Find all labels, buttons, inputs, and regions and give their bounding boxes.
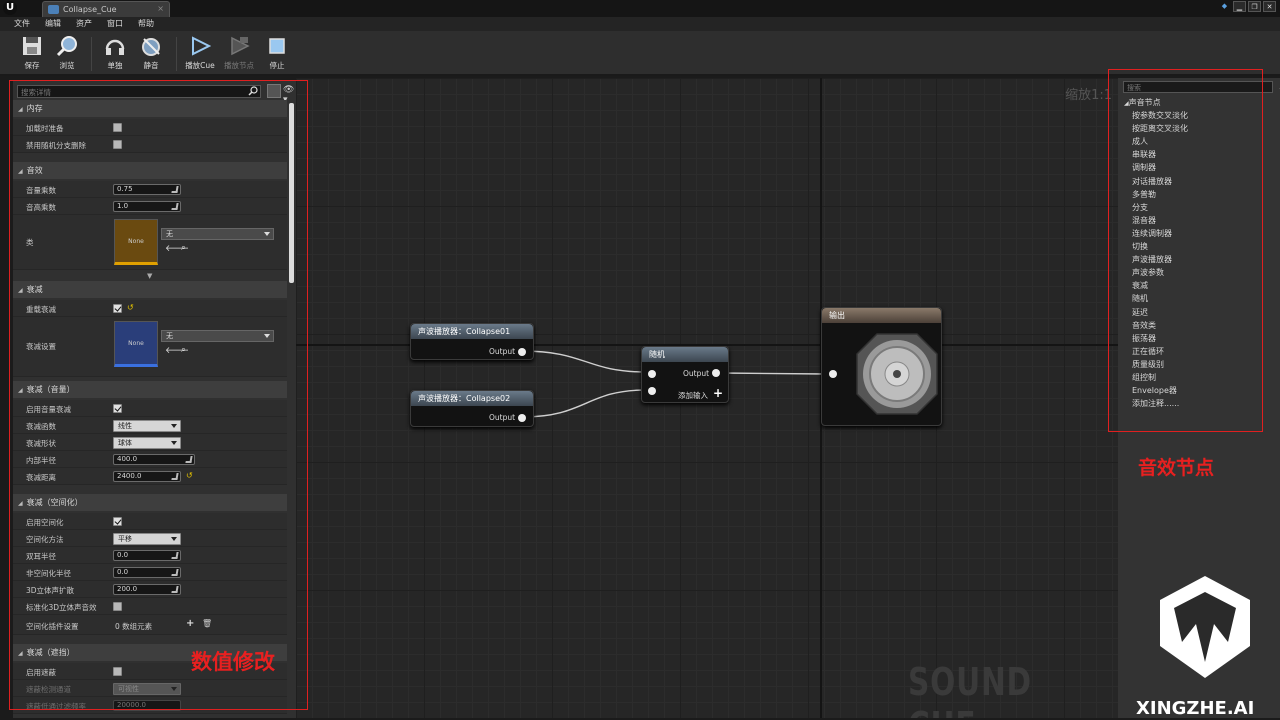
node-title: 随机: [642, 347, 728, 362]
maximize-button[interactable]: ❐: [1248, 1, 1261, 12]
output-pin-label: Output: [683, 369, 710, 378]
node-title: 声波播放器：Collapse01: [411, 324, 533, 339]
tab-collapse-cue[interactable]: Collapse_Cue ×: [42, 1, 170, 17]
node-title: 输出: [822, 308, 941, 323]
play-cue-button[interactable]: 播放Cue: [182, 35, 218, 71]
play-icon: [189, 35, 212, 57]
annotation-box-palette: [1108, 69, 1263, 432]
tab-close-icon[interactable]: ×: [157, 4, 164, 13]
node-title: 声波播放器：Collapse02: [411, 391, 533, 406]
play-node-label: 播放节点: [224, 61, 254, 70]
sound-cue-graph[interactable]: 缩放1:1 SOUND CUE 声波播放器：Collapse01 Output …: [296, 78, 1118, 718]
input-pin-1[interactable]: [648, 370, 656, 378]
menu-help[interactable]: 帮助: [138, 17, 154, 31]
unreal-logo-icon[interactable]: U: [3, 1, 17, 15]
play-node-icon: [228, 35, 250, 57]
save-button[interactable]: 保存: [14, 35, 50, 71]
add-input-label: 添加输入: [678, 391, 708, 400]
menu-bar: 文件 编辑 资产 窗口 帮助: [0, 17, 1280, 31]
node-wave-player-collapse01[interactable]: 声波播放器：Collapse01 Output: [410, 323, 534, 360]
menu-asset[interactable]: 资产: [76, 17, 92, 31]
browse-label: 浏览: [59, 61, 75, 70]
wire-collapse02-random[interactable]: [521, 389, 647, 418]
toolbar: 保存 浏览 单独 静音 播放Cue 播放节点 停止: [0, 31, 1280, 76]
output-pin[interactable]: [518, 348, 526, 356]
toolbar-separator: [91, 37, 92, 71]
solo-label: 单独: [107, 61, 123, 70]
add-input-plus-icon[interactable]: +: [713, 386, 723, 400]
menu-edit[interactable]: 编辑: [45, 17, 61, 31]
minimize-button[interactable]: ▁: [1233, 1, 1246, 12]
mute-button[interactable]: 静音: [133, 35, 169, 71]
stop-icon: [266, 35, 288, 57]
solo-button[interactable]: 单独: [97, 35, 133, 71]
input-pin-2[interactable]: [648, 387, 656, 395]
menu-file[interactable]: 文件: [14, 17, 30, 31]
node-wave-player-collapse02[interactable]: 声波播放器：Collapse02 Output: [410, 390, 534, 427]
output-pin[interactable]: [518, 414, 526, 422]
wire-collapse01-random[interactable]: [521, 350, 647, 373]
mute-label: 静音: [143, 61, 159, 70]
close-button[interactable]: ✕: [1263, 1, 1276, 12]
tab-title: Collapse_Cue: [63, 5, 117, 14]
headphones-icon: [104, 35, 126, 57]
window-controls: ◆ ▁ ❐ ✕: [1218, 1, 1276, 12]
stop-label: 停止: [269, 61, 285, 70]
toolbar-separator: [176, 37, 177, 71]
output-input-pin[interactable]: [829, 370, 837, 378]
play-cue-label: 播放Cue: [185, 61, 215, 70]
speaker-icon: [856, 333, 938, 415]
annotation-box-details: [9, 80, 308, 710]
save-label: 保存: [24, 61, 40, 70]
output-pin-label: Output: [489, 347, 516, 356]
browse-button[interactable]: 浏览: [49, 35, 85, 71]
play-node-button[interactable]: 播放节点: [221, 35, 257, 71]
node-random[interactable]: 随机 Output 添加输入 +: [641, 346, 729, 403]
wire-random-output[interactable]: [719, 372, 827, 375]
browse-magnifier-icon: [56, 35, 78, 57]
annotation-label-sound-nodes: 音效节点: [1138, 457, 1215, 479]
menu-window[interactable]: 窗口: [107, 17, 123, 31]
blueprint-icon[interactable]: ◆: [1218, 1, 1231, 12]
sound-cue-icon: [48, 5, 59, 14]
stop-button[interactable]: 停止: [259, 35, 295, 71]
annotation-label-value-modify: 数值修改: [191, 650, 275, 674]
mute-icon: [140, 35, 162, 57]
output-pin-label: Output: [489, 413, 516, 422]
xingzhe-logo-icon: [1160, 576, 1250, 678]
node-output[interactable]: 输出: [821, 307, 942, 426]
title-bar: U Collapse_Cue × ◆ ▁ ❐ ✕: [0, 0, 1280, 17]
brand-text: XINGZHE.AI: [1136, 698, 1255, 719]
output-pin[interactable]: [712, 369, 720, 377]
save-icon: [21, 35, 43, 57]
